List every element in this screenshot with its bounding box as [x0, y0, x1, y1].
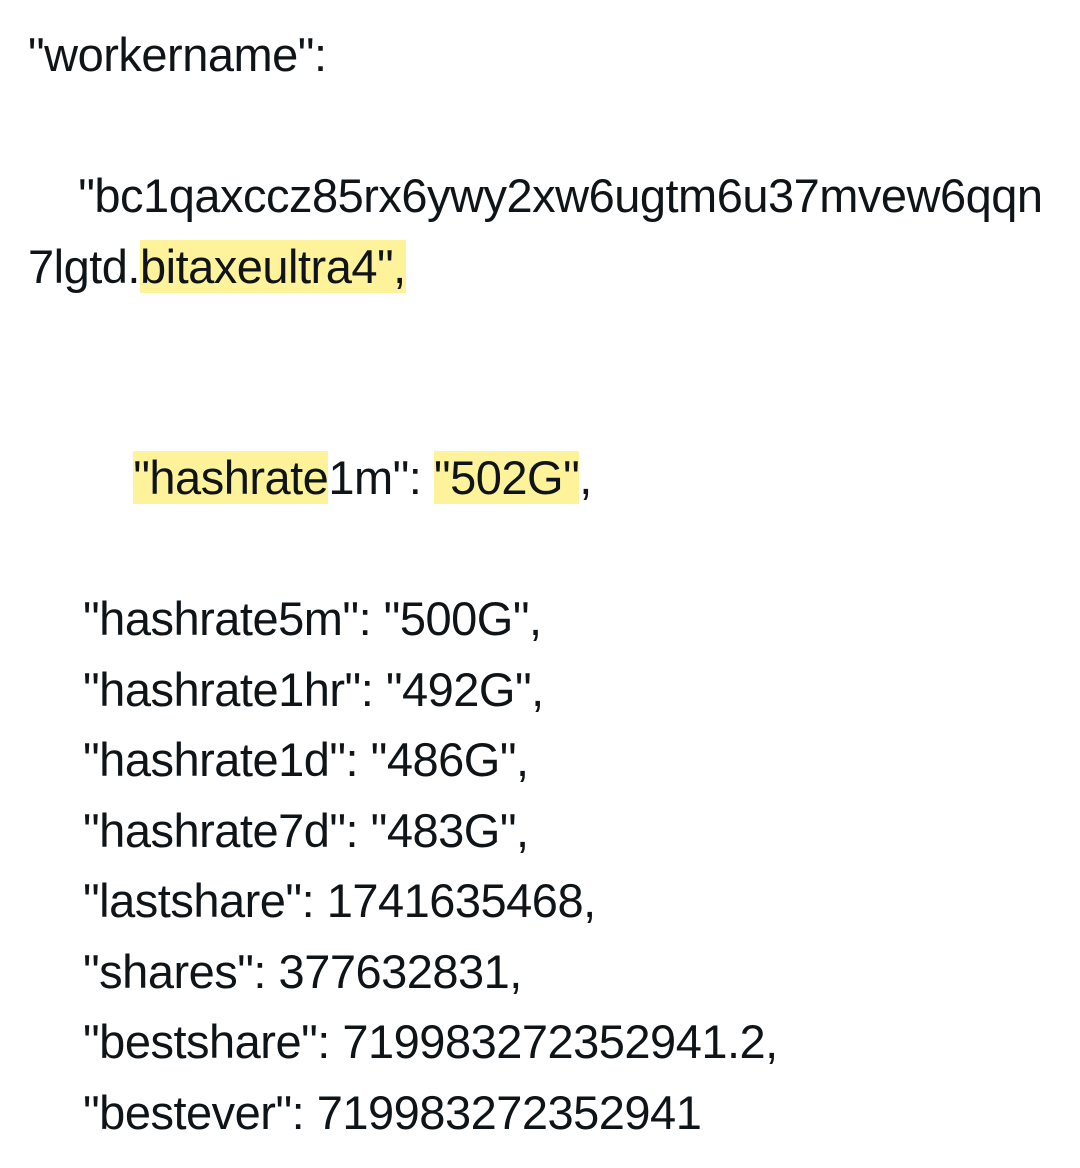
bestshare-line: "bestshare": 7199832723529​41.2,: [28, 1007, 1052, 1078]
hashrate1m-key-highlight: "hashrate: [133, 451, 328, 504]
hashrate5m-line: "hashrate5m": "500G",: [28, 584, 1052, 655]
workername-value: "bc1qaxccz85rx6ywy2xw6ugtm6u37mvew6qqn7l…: [28, 91, 1052, 373]
hashrate1m-value-highlight: "502G": [434, 451, 579, 504]
hashrate1m-line: "hashrate1m": "502G",: [28, 373, 1052, 585]
hashrate1d-line: "hashrate1d": "486G",: [28, 725, 1052, 796]
hashrate7d-line: "hashrate7d": "483G",: [28, 796, 1052, 867]
workername-key: "workername":: [28, 20, 1052, 91]
lastshare-line: "lastshare": 1741635468,: [28, 866, 1052, 937]
hashrate1m-key-rest: 1m":: [328, 451, 434, 504]
hashrate1hr-line: "hashrate1hr": "492G",: [28, 655, 1052, 726]
shares-line: "shares": 377632831,: [28, 937, 1052, 1008]
hashrate1m-comma: ,: [579, 451, 592, 504]
json-text-block: "workername": "bc1qaxccz85rx6ywy2xw6ugtm…: [28, 20, 1052, 1148]
workername-suffix-highlight: bitaxeultra4",: [140, 240, 406, 293]
bestever-line: "bestever": 719983272352941: [28, 1078, 1052, 1149]
